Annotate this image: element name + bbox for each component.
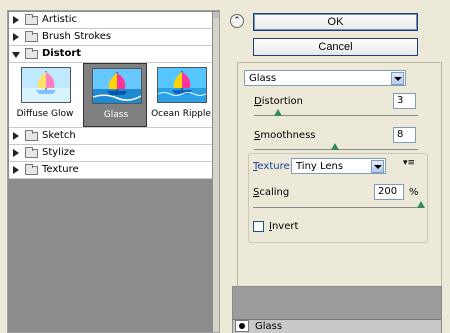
distort-thumbnails: Diffuse Glow Glass Ocean Ripple — [9, 63, 212, 128]
category-brush-strokes[interactable]: Brush Strokes — [9, 29, 212, 46]
expand-triangle-icon[interactable] — [13, 132, 19, 140]
invert-label: Invert — [269, 221, 299, 232]
collapse-triangle-icon[interactable] — [12, 52, 20, 58]
thumb-glass[interactable]: Glass — [83, 63, 147, 127]
category-label: Artistic — [42, 14, 78, 25]
scaling-label: Scaling — [253, 187, 290, 198]
category-label: Sketch — [42, 130, 76, 141]
distortion-slider-knob[interactable] — [274, 109, 282, 116]
category-label: Distort — [42, 48, 82, 59]
thumbnail-image — [157, 67, 207, 103]
thumb-label: Diffuse Glow — [16, 109, 74, 119]
expand-triangle-icon[interactable] — [13, 166, 19, 174]
folder-icon — [25, 14, 38, 25]
texture-group: Texture: Tiny Lens ▾≡ Scaling 200 % Inve… — [248, 153, 428, 243]
expand-triangle-icon[interactable] — [13, 149, 19, 157]
scaling-slider-track[interactable] — [253, 207, 423, 208]
folder-icon — [25, 147, 38, 158]
layer-row[interactable]: Glass — [233, 319, 441, 333]
distortion-input[interactable]: 3 — [393, 93, 416, 109]
effect-layer-list: Glass — [232, 286, 442, 333]
folder-open-icon — [25, 48, 38, 59]
category-label: Texture — [42, 164, 79, 175]
collapse-panel-icon[interactable]: ⌃ — [230, 14, 244, 28]
layer-name: Glass — [255, 321, 283, 332]
eye-icon[interactable] — [235, 320, 249, 332]
thumb-label: Ocean Ripple — [151, 109, 211, 119]
category-scrollbar[interactable] — [213, 12, 219, 332]
thumbnail-image — [92, 68, 142, 104]
category-artistic[interactable]: Artistic — [9, 12, 212, 29]
filter-category-panel: Artistic Brush Strokes Distort Diffuse G… — [7, 10, 220, 333]
smoothness-input[interactable]: 8 — [393, 127, 416, 143]
smoothness-slider-knob[interactable] — [331, 143, 339, 150]
texture-select[interactable]: Tiny Lens — [291, 158, 386, 174]
category-texture[interactable]: Texture — [9, 162, 212, 179]
folder-icon — [25, 130, 38, 141]
category-sketch[interactable]: Sketch — [9, 128, 212, 145]
thumb-ocean-ripple[interactable]: Ocean Ripple — [149, 63, 213, 127]
thumb-label: Glass — [103, 110, 129, 120]
filter-select[interactable]: Glass — [244, 70, 406, 86]
category-label: Stylize — [42, 147, 76, 158]
texture-label: Texture: — [253, 161, 293, 172]
category-stylize[interactable]: Stylize — [9, 145, 212, 162]
texture-select-value: Tiny Lens — [296, 161, 344, 172]
distortion-label: Distortion — [254, 96, 303, 107]
texture-menu-icon[interactable]: ▾≡ — [403, 158, 415, 168]
cancel-button[interactable]: Cancel — [253, 38, 418, 56]
folder-icon — [25, 164, 38, 175]
category-label: Brush Strokes — [42, 31, 112, 42]
filter-select-value: Glass — [249, 73, 277, 84]
expand-triangle-icon[interactable] — [13, 16, 19, 24]
scroll-up-arrow-icon[interactable] — [213, 12, 219, 18]
scaling-input[interactable]: 200 — [374, 184, 404, 200]
filter-tree: Artistic Brush Strokes Distort Diffuse G… — [9, 12, 212, 179]
chevron-down-icon[interactable] — [391, 72, 404, 85]
filter-settings-panel: Glass Distortion 3 Smoothness 8 Texture:… — [237, 62, 442, 287]
ok-button[interactable]: OK — [253, 13, 418, 31]
expand-triangle-icon[interactable] — [13, 33, 19, 41]
scaling-slider-knob[interactable] — [417, 201, 425, 208]
thumb-diffuse-glow[interactable]: Diffuse Glow — [13, 63, 77, 127]
category-distort[interactable]: Distort — [9, 46, 212, 63]
chevron-down-icon[interactable] — [371, 160, 384, 173]
invert-checkbox[interactable] — [253, 221, 264, 232]
smoothness-label: Smoothness — [254, 130, 316, 141]
scaling-unit: % — [409, 187, 419, 198]
folder-icon — [25, 31, 38, 42]
thumbnail-image — [21, 67, 71, 103]
